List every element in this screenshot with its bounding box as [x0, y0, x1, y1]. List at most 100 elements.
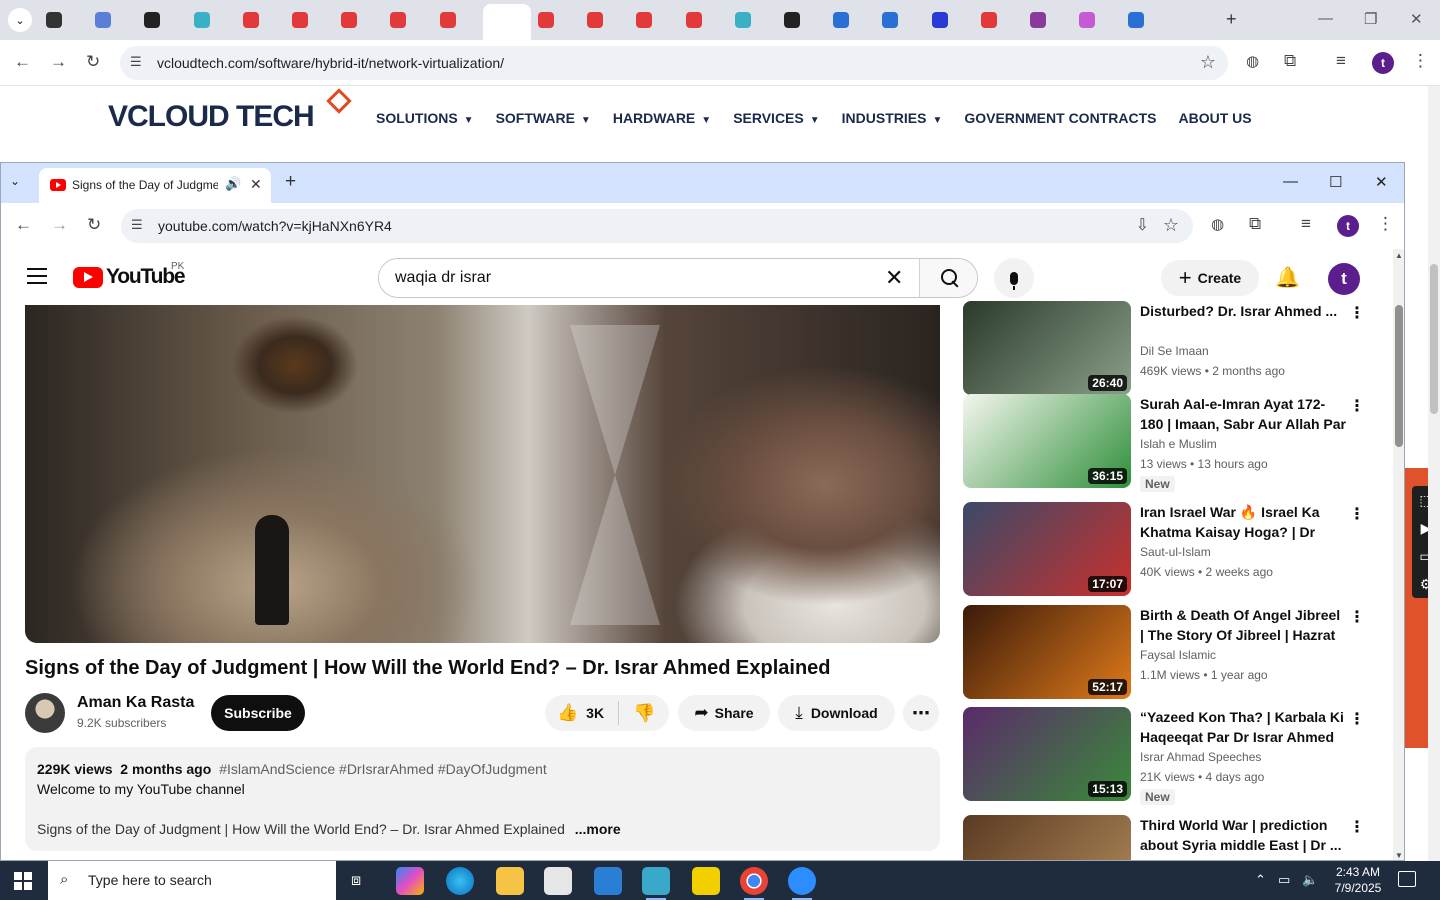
front-back-arrow-icon[interactable]: ← — [15, 215, 32, 235]
recommended-title[interactable]: Birth & Death Of Angel Jibreel | The Sto… — [1140, 605, 1346, 645]
recommended-video[interactable]: 17:07 Iran Israel War 🔥 Israel Ka Khatma … — [963, 502, 1383, 598]
dislike-button[interactable]: 👎 — [619, 703, 655, 724]
audio-playing-icon[interactable]: 🔊 — [225, 176, 241, 192]
video-description[interactable]: 229K views 2 months ago #IslamAndScience… — [25, 747, 940, 851]
more-vertical-icon[interactable]: ⋮ — [1349, 396, 1365, 416]
site-nav-item[interactable]: HARDWARE ▼ — [613, 110, 711, 126]
front-globe-icon[interactable]: ◍ — [1211, 215, 1224, 233]
front-minimize-button[interactable]: — — [1283, 173, 1298, 190]
notifications-bell-icon[interactable]: 🔔 — [1275, 265, 1300, 290]
more-actions-button[interactable]: ⋯ — [903, 695, 939, 731]
front-close-button[interactable]: ✕ — [1375, 173, 1388, 191]
recommended-video[interactable]: 26:40 Disturbed? Dr. Israr Ahmed ... Dil S… — [963, 301, 1383, 397]
recommended-channel[interactable]: Israr Ahmad Speeches — [1140, 750, 1261, 764]
site-info-icon[interactable]: ☰ — [130, 54, 142, 70]
media-control-icon[interactable]: ≡ — [1336, 51, 1346, 71]
recommended-video[interactable]: Third World War | prediction about Syria… — [963, 815, 1383, 860]
more-vertical-icon[interactable]: ⋮ — [1349, 504, 1365, 524]
volume-icon[interactable]: 🔈 — [1302, 872, 1318, 888]
back-page-scrollbar[interactable] — [1428, 86, 1440, 861]
bookmark-star-icon[interactable]: ☆ — [1200, 52, 1216, 73]
task-view-icon[interactable]: ⧈ — [346, 867, 374, 895]
background-tab[interactable] — [680, 8, 728, 32]
recommended-thumbnail[interactable] — [963, 815, 1131, 860]
recommended-video[interactable]: 15:13 “Yazeed Kon Tha? | Karbala Ki Haqee… — [963, 707, 1383, 805]
forward-arrow-icon[interactable]: → — [50, 52, 67, 72]
video-player[interactable] — [25, 305, 940, 643]
recommended-thumbnail[interactable]: 17:07 — [963, 502, 1131, 596]
front-address-bar[interactable]: ☰ youtube.com/watch?v=kjHaNXn6YR4 ⇩ ☆ — [121, 209, 1193, 243]
more-vertical-icon[interactable]: ⋮ — [1349, 607, 1365, 627]
more-vertical-icon[interactable]: ⋮ — [1349, 709, 1365, 729]
youtube-scrollbar[interactable]: ▲ ▼ — [1393, 249, 1404, 860]
site-nav-item[interactable]: SOFTWARE ▼ — [496, 110, 591, 126]
background-tab[interactable] — [335, 8, 383, 32]
chrome-icon[interactable] — [740, 867, 768, 900]
background-tab[interactable] — [434, 8, 482, 32]
recommended-title[interactable]: “Yazeed Kon Tha? | Karbala Ki Haqeeqat P… — [1140, 707, 1346, 747]
recommended-thumbnail[interactable]: 15:13 — [963, 707, 1131, 801]
background-tab[interactable] — [188, 8, 236, 32]
front-site-info-icon[interactable]: ☰ — [131, 217, 143, 233]
more-vertical-icon[interactable]: ⋮ — [1349, 817, 1365, 837]
front-media-control-icon[interactable]: ≡ — [1301, 214, 1311, 234]
globe-icon[interactable]: ◍ — [1246, 52, 1259, 70]
recommended-channel[interactable]: Islah e Muslim — [1140, 437, 1217, 451]
youtube-logo[interactable]: YouTube PK — [73, 261, 186, 289]
background-tab[interactable] — [581, 8, 629, 32]
front-profile-avatar[interactable]: t — [1337, 215, 1359, 237]
youtube-search-input[interactable] — [379, 259, 919, 297]
search-button[interactable] — [919, 259, 977, 297]
microsoft-store-icon[interactable] — [544, 867, 572, 895]
site-nav-item[interactable]: ABOUT US — [1178, 110, 1251, 126]
background-tab[interactable] — [1024, 8, 1072, 32]
scroll-up-arrow-icon[interactable]: ▲ — [1395, 251, 1403, 260]
hamburger-menu-icon[interactable] — [27, 268, 47, 284]
recommended-channel[interactable]: Faysal Islamic — [1140, 648, 1216, 662]
start-button[interactable] — [14, 872, 32, 890]
background-tab[interactable] — [40, 8, 88, 32]
new-tab-button[interactable]: + — [1226, 9, 1237, 30]
recommended-title[interactable]: Surah Aal-e-Imran Ayat 172-180 | Imaan, … — [1140, 394, 1346, 434]
site-nav-item[interactable]: INDUSTRIES ▼ — [842, 110, 943, 126]
background-tab[interactable] — [1122, 8, 1170, 32]
background-tab[interactable] — [827, 8, 875, 32]
zoom-icon[interactable] — [788, 867, 816, 900]
recommended-channel[interactable]: Saut-ul-Islam — [1140, 545, 1211, 559]
background-tab[interactable] — [89, 8, 137, 32]
install-app-icon[interactable]: ⇩ — [1136, 215, 1149, 235]
background-tab[interactable] — [1073, 8, 1121, 32]
tab-search-button[interactable]: ⌄ — [8, 8, 32, 32]
background-tab[interactable] — [286, 8, 334, 32]
notification-center-icon[interactable] — [1398, 871, 1416, 887]
description-more-link[interactable]: ...more — [575, 821, 621, 837]
background-tab[interactable] — [482, 4, 531, 40]
restore-button[interactable]: ❐ — [1364, 10, 1377, 28]
background-tab[interactable] — [138, 8, 186, 32]
pinned-app-icon[interactable] — [642, 867, 670, 900]
tab-search-chevron-icon[interactable]: ⌄ — [10, 174, 20, 188]
front-maximize-button[interactable]: ☐ — [1329, 173, 1342, 191]
tray-chevron-icon[interactable]: ⌃ — [1255, 872, 1266, 888]
recommended-thumbnail[interactable]: 26:40 — [963, 301, 1131, 395]
recommended-title[interactable]: Iran Israel War 🔥 Israel Ka Khatma Kaisa… — [1140, 502, 1346, 542]
channel-name[interactable]: Aman Ka Rasta — [77, 694, 194, 712]
more-vertical-icon[interactable]: ⋮ — [1349, 303, 1365, 323]
vcloudtech-logo[interactable]: VCLOUD TECH — [108, 88, 352, 134]
site-nav-item[interactable]: SERVICES ▼ — [733, 110, 819, 126]
youtube-tab[interactable]: Signs of the Day of Judgment 🔊 ✕ — [39, 168, 271, 203]
video-hashtags[interactable]: #IslamAndScience #DrIsrarAhmed #DayOfJud… — [219, 761, 547, 777]
front-new-tab-button[interactable]: + — [285, 171, 296, 193]
voice-search-button[interactable] — [994, 258, 1034, 298]
background-tab[interactable] — [778, 8, 826, 32]
copilot-icon[interactable] — [396, 867, 424, 895]
sticky-notes-icon[interactable] — [692, 867, 720, 895]
front-forward-arrow-icon[interactable]: → — [51, 215, 68, 235]
network-icon[interactable]: ▭ — [1278, 872, 1290, 888]
site-nav-item[interactable]: GOVERNMENT CONTRACTS — [964, 110, 1156, 126]
create-button[interactable]: + Create — [1161, 260, 1259, 296]
recommended-thumbnail[interactable]: 36:15 — [963, 394, 1131, 488]
chrome-menu-icon[interactable]: ⋮ — [1412, 51, 1429, 71]
background-tab[interactable] — [384, 8, 432, 32]
scroll-down-arrow-icon[interactable]: ▼ — [1395, 851, 1403, 860]
